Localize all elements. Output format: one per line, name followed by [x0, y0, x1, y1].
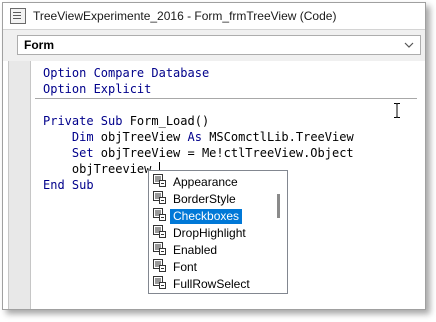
code-line[interactable]: Option Explicit — [43, 81, 354, 97]
code-token: objTreeView = Me!ctlTreeView.Object — [100, 146, 354, 160]
intellisense-item[interactable]: BorderStyle — [150, 191, 273, 208]
intellisense-item[interactable]: FullRowSelect — [150, 276, 273, 293]
ibeam-cursor-icon — [394, 103, 400, 118]
code-line[interactable]: Set objTreeView = Me!ctlTreeView.Object — [43, 145, 354, 161]
property-icon — [153, 259, 167, 276]
intellisense-item[interactable]: Font — [150, 259, 273, 276]
code-window-icon — [10, 8, 26, 24]
chevron-down-icon[interactable] — [402, 37, 416, 53]
intellisense-item-label: Checkboxes — [170, 209, 243, 224]
title-bar[interactable]: TreeViewExperimente_2016 - Form_frmTreeV… — [3, 3, 425, 29]
intellisense-scrollbar[interactable] — [274, 172, 286, 292]
code-keyword: End Sub — [43, 178, 94, 192]
intellisense-list[interactable]: Appearance BorderStyle Checkboxes DropHighl… — [148, 170, 288, 294]
intellisense-item-label: BorderStyle — [173, 192, 236, 206]
code-keyword: As — [187, 130, 210, 144]
intellisense-item[interactable]: Enabled — [150, 242, 273, 259]
intellisense-item-label: DropHighlight — [173, 226, 246, 240]
code-line[interactable]: Private Sub Form_Load() — [43, 113, 354, 129]
code-keyword: Private Sub — [43, 114, 130, 128]
code-token: MSComctlLib.TreeView — [209, 130, 354, 144]
code-keyword: Dim — [43, 130, 101, 144]
window-title: TreeViewExperimente_2016 - Form_frmTreeV… — [33, 9, 337, 23]
code-keyword: Option Compare Database — [43, 66, 210, 80]
code-token: Form_Load() — [129, 114, 210, 128]
intellisense-item-label: Appearance — [173, 175, 238, 189]
property-icon — [153, 191, 167, 208]
code-line[interactable] — [43, 97, 354, 113]
code-token: objTreeview. — [43, 162, 159, 176]
margin-indicator-bar[interactable] — [8, 61, 31, 309]
intellisense-item[interactable]: DropHighlight — [150, 225, 273, 242]
procedure-separator — [35, 98, 417, 99]
object-combo-value: Form — [24, 38, 54, 52]
intellisense-item[interactable]: Appearance — [150, 174, 273, 191]
member-list[interactable]: Appearance BorderStyle Checkboxes DropHighl… — [150, 174, 273, 293]
property-icon — [153, 174, 167, 191]
object-combo-row: Form — [3, 29, 425, 61]
code-line[interactable]: Dim objTreeView As MSComctlLib.TreeView — [43, 129, 354, 145]
code-line[interactable]: Option Compare Database — [43, 65, 354, 81]
intellisense-item-label: Font — [173, 260, 198, 274]
property-icon — [153, 242, 167, 259]
intellisense-item-label: Enabled — [173, 243, 218, 257]
code-keyword: Set — [43, 146, 101, 160]
intellisense-item[interactable]: Checkboxes — [150, 208, 273, 225]
code-keyword: Option Explicit — [43, 82, 152, 96]
object-combo[interactable]: Form — [17, 35, 421, 55]
scrollbar-thumb[interactable] — [277, 194, 280, 218]
code-token: objTreeView — [100, 130, 188, 144]
property-icon — [153, 225, 167, 242]
property-icon — [153, 276, 167, 293]
intellisense-item-label: FullRowSelect — [173, 277, 250, 291]
property-icon — [153, 208, 167, 225]
